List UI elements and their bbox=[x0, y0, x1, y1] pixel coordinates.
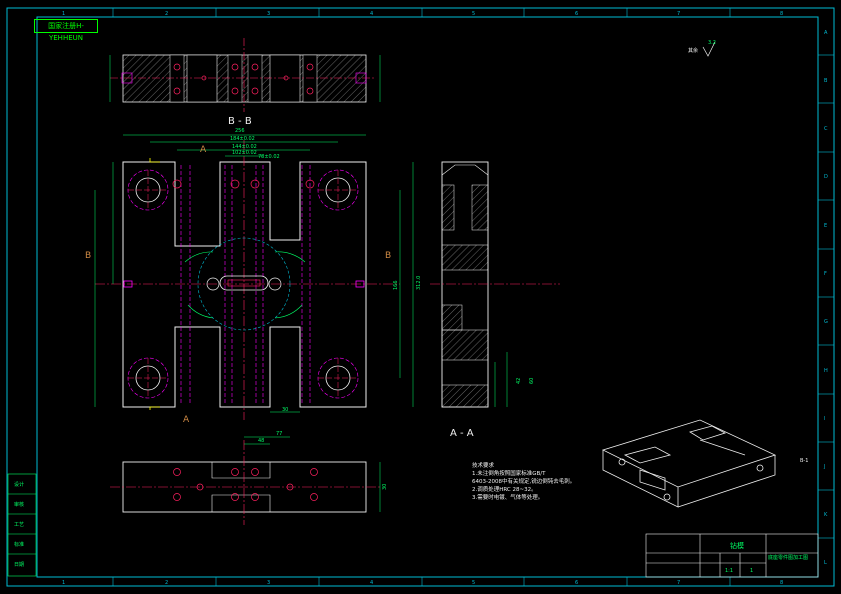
zone-row: A bbox=[824, 30, 828, 36]
zone-row: L bbox=[824, 560, 827, 566]
section-bb-view bbox=[109, 38, 381, 112]
zone-row: C bbox=[824, 126, 828, 132]
plan-view: 256 184±0.02 144±0.02 102±0.02 78±0.02 3… bbox=[94, 128, 422, 420]
dim-width-2: 184±0.02 bbox=[230, 136, 255, 142]
zone-col: 7 bbox=[677, 11, 680, 17]
notes-line: 1.未注倒角按照国家标准GB/T bbox=[472, 471, 546, 477]
dim-width-5: 78±0.02 bbox=[258, 154, 280, 160]
legend-item: 设计 bbox=[14, 481, 24, 488]
zone-col: 4 bbox=[370, 580, 373, 586]
section-aa-label: A - A bbox=[450, 428, 474, 439]
zone-col: 8 bbox=[780, 11, 783, 17]
legend-item: 日期 bbox=[14, 562, 24, 568]
zone-row: E bbox=[824, 223, 827, 229]
roughness-symbol: 其余 3.2 bbox=[688, 40, 716, 57]
zone-row: G bbox=[824, 319, 828, 325]
zone-row: D bbox=[824, 174, 828, 180]
notes-title: 技术要求 bbox=[472, 463, 495, 469]
section-b-right-label: B bbox=[385, 251, 391, 261]
zone-col: 2 bbox=[165, 580, 168, 586]
iso-label: B-1 bbox=[800, 458, 808, 464]
sheet: 1 bbox=[750, 568, 753, 574]
zone-col: 3 bbox=[267, 11, 270, 17]
zone-col: 3 bbox=[267, 580, 270, 586]
section-aa-view: 42 60 bbox=[430, 161, 560, 408]
dim-thick: 30 bbox=[382, 484, 388, 490]
zone-col: 6 bbox=[575, 11, 578, 17]
notes-line: 2.调质处理HRC 28~32。 bbox=[472, 487, 537, 493]
zone-row: B bbox=[824, 78, 828, 84]
section-bb-label: B - B bbox=[228, 116, 252, 127]
isometric-view bbox=[601, 419, 777, 508]
part-name: 钻模 bbox=[730, 541, 744, 550]
zone-row: H bbox=[824, 368, 828, 374]
dim-overall-width: 256 bbox=[235, 128, 245, 134]
dim-48: 48 bbox=[258, 438, 264, 444]
dim-bottom-slot: 30 bbox=[282, 407, 288, 413]
technical-notes: 技术要求 1.未注倒角按照国家标准GB/T 6403-2008中有关规定,锐边倒… bbox=[472, 462, 575, 502]
left-legend: 设计 审核 工艺 标准 日期 bbox=[7, 473, 37, 577]
title-stamp: 国家注册H-YEHHEUN bbox=[34, 19, 98, 42]
roughness-label: 其余 bbox=[688, 47, 698, 54]
zone-col: 4 bbox=[370, 11, 373, 17]
dim-height-inner: 166 bbox=[393, 280, 399, 290]
section-a-top-label: A bbox=[200, 145, 207, 155]
bottom-view: 48 77 30 bbox=[110, 431, 388, 525]
zone-col: 7 bbox=[677, 580, 680, 586]
notes-line: 3.需要时电镀、气体等处理。 bbox=[472, 495, 544, 501]
side-dim-1: 42 bbox=[516, 378, 522, 384]
zone-row: J bbox=[823, 464, 825, 470]
section-a-bottom-label: A bbox=[183, 415, 190, 425]
scale: 1:1 bbox=[725, 568, 733, 574]
legend-item: 工艺 bbox=[14, 522, 24, 528]
legend-item: 标准 bbox=[14, 541, 24, 548]
notes-line: 6403-2008中有关规定,锐边倒钝去毛刺。 bbox=[472, 479, 576, 485]
zone-col: 5 bbox=[472, 580, 475, 586]
drawing-title: 底座零件图加工图 bbox=[768, 554, 808, 561]
legend-item: 审核 bbox=[14, 501, 24, 508]
zone-col: 2 bbox=[165, 11, 168, 17]
dim-77: 77 bbox=[276, 431, 282, 437]
roughness-value: 3.2 bbox=[708, 40, 716, 46]
dim-width-4: 102±0.02 bbox=[232, 150, 257, 156]
dim-height-total: 312.0 bbox=[416, 276, 422, 290]
side-dim-2: 60 bbox=[529, 378, 535, 384]
zone-row: I bbox=[824, 416, 825, 422]
zone-col: 5 bbox=[472, 11, 475, 17]
zone-col: 6 bbox=[575, 580, 578, 586]
zone-col: 8 bbox=[780, 580, 783, 586]
zone-col: 1 bbox=[62, 11, 65, 17]
section-b-left-label: B bbox=[85, 251, 91, 261]
zone-row: K bbox=[824, 512, 828, 518]
zone-col: 1 bbox=[62, 580, 65, 586]
cad-drawing: 1 2 3 4 5 6 7 8 1 2 3 4 5 6 7 8 A B C D … bbox=[6, 7, 835, 587]
zone-row: F bbox=[824, 271, 827, 277]
